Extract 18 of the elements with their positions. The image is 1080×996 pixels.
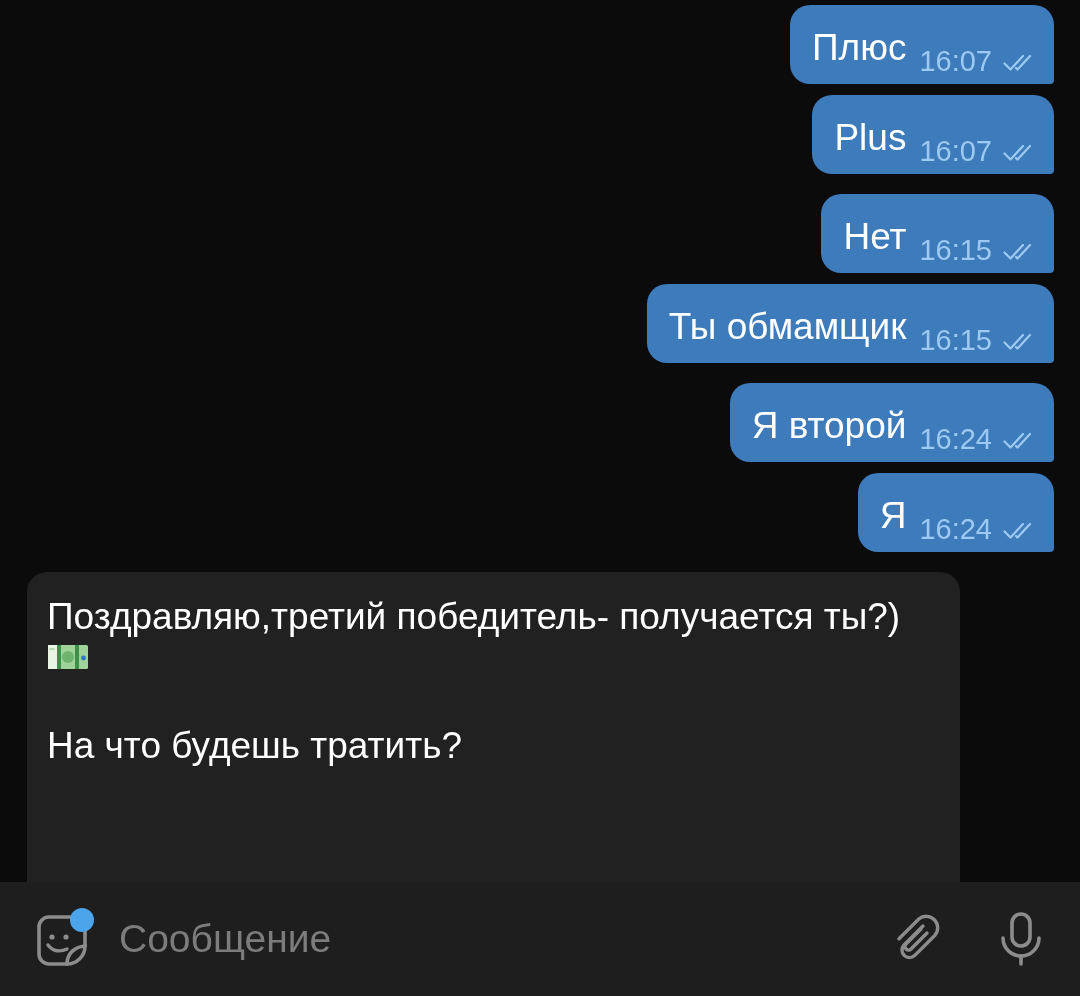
message-text: Плюс (812, 26, 907, 70)
message-time: 16:24 (919, 514, 992, 544)
message-text: На что будешь тратить? (47, 724, 463, 767)
message-time: 16:24 (919, 424, 992, 454)
message-composer[interactable]: Сообщение (0, 882, 1080, 996)
message-time: 16:15 (919, 235, 992, 265)
message-time: 16:07 (919, 46, 992, 76)
message-text: Я второй (751, 404, 907, 448)
message-text: Plus (834, 116, 907, 160)
message-text: Я (879, 494, 907, 538)
message-text: Ты обмамщик (668, 305, 907, 349)
banknote-icon (47, 643, 89, 671)
message-time: 16:07 (919, 136, 992, 166)
message-time: 16:15 (919, 325, 992, 355)
message-text: Поздравляю,третий победитель- получается ты?) (47, 595, 902, 638)
sticker-icon[interactable] (36, 913, 88, 967)
microphone-icon[interactable] (1000, 912, 1042, 966)
message-text: Нет (843, 215, 907, 259)
